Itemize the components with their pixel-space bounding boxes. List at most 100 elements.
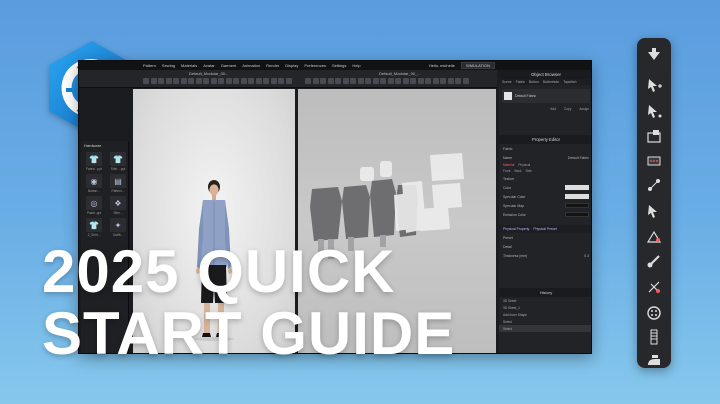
tool-icon[interactable] bbox=[380, 78, 386, 84]
tool-icon[interactable] bbox=[195, 78, 202, 84]
pen-icon[interactable] bbox=[645, 102, 663, 120]
color-swatch[interactable] bbox=[565, 212, 589, 217]
tool-icon[interactable] bbox=[270, 78, 277, 84]
copy-button[interactable]: Copy bbox=[564, 107, 571, 111]
sewing-icon[interactable] bbox=[645, 152, 663, 170]
user-greeting[interactable]: Hello, michelle bbox=[429, 63, 455, 68]
segment-sewing-icon[interactable] bbox=[645, 176, 663, 194]
menu-help[interactable]: Help bbox=[352, 63, 360, 68]
tab-back[interactable]: Back bbox=[514, 169, 521, 173]
tool-icon[interactable] bbox=[425, 78, 431, 84]
iron-icon[interactable] bbox=[645, 352, 663, 370]
zipper-icon[interactable] bbox=[645, 328, 663, 346]
library-item[interactable]: ❖ Slee... bbox=[108, 196, 128, 215]
color-swatch[interactable] bbox=[565, 185, 589, 190]
tool-icon[interactable] bbox=[447, 78, 454, 84]
library-item[interactable]: ▤ Pattern... bbox=[108, 174, 128, 193]
tool-icon[interactable] bbox=[350, 78, 356, 84]
menu-pattern[interactable]: Pattern bbox=[143, 63, 156, 68]
tab-physical-preset[interactable]: Physical Preset bbox=[533, 227, 556, 231]
tab-physical-property[interactable]: Physical Property bbox=[503, 227, 529, 231]
color-swatch[interactable] bbox=[565, 194, 589, 199]
tool-icon[interactable] bbox=[312, 78, 319, 84]
history-row[interactable]: 3D Sheet_1 bbox=[499, 304, 591, 311]
color-swatch[interactable] bbox=[565, 203, 589, 208]
library-item[interactable]: 👕 Shirt ...ppt bbox=[108, 152, 128, 171]
menu-avatar[interactable]: Avatar bbox=[203, 63, 215, 68]
tool-icon[interactable] bbox=[462, 78, 469, 84]
tool-icon[interactable] bbox=[327, 78, 334, 84]
library-item[interactable]: 👕 Fabric...ppt bbox=[84, 152, 104, 171]
assign-button[interactable]: Assign bbox=[579, 107, 589, 111]
pin-icon[interactable] bbox=[645, 202, 663, 220]
menu-garment[interactable]: Garment bbox=[221, 63, 237, 68]
brush-icon[interactable] bbox=[645, 252, 663, 270]
tool-icon[interactable] bbox=[218, 78, 224, 84]
move-icon[interactable] bbox=[645, 76, 663, 94]
menu-render[interactable]: Render bbox=[266, 63, 279, 68]
tool-icon[interactable] bbox=[263, 78, 269, 84]
prop-value[interactable]: Default Fabric bbox=[568, 156, 589, 160]
tab-fabric[interactable]: Fabric bbox=[516, 80, 525, 84]
tool-icon[interactable] bbox=[180, 78, 187, 84]
tool-icon[interactable] bbox=[233, 78, 239, 84]
library-item[interactable]: ◉ Button... bbox=[84, 174, 104, 193]
history-row[interactable]: Add Inner Shape bbox=[499, 311, 591, 318]
tab-side[interactable]: Side bbox=[526, 169, 532, 173]
tool-icon[interactable] bbox=[203, 78, 209, 84]
history-row[interactable]: Select bbox=[499, 325, 591, 332]
tool-icon[interactable] bbox=[255, 78, 262, 84]
tool-icon[interactable] bbox=[372, 78, 379, 84]
tool-icon[interactable] bbox=[342, 78, 349, 84]
tool-icon[interactable] bbox=[173, 78, 179, 84]
button-icon[interactable] bbox=[645, 304, 663, 322]
object-item-default-fabric[interactable]: Default Fabric bbox=[502, 89, 590, 103]
tab-2d-window[interactable]: Default_Modular_00_... bbox=[379, 71, 421, 76]
tool-icon[interactable] bbox=[285, 78, 292, 84]
library-item[interactable]: ✦ Outfit... bbox=[108, 218, 128, 237]
tool-icon[interactable] bbox=[158, 78, 164, 84]
tool-icon[interactable] bbox=[240, 78, 247, 84]
tab-button[interactable]: Button bbox=[529, 80, 539, 84]
tab-front[interactable]: Front bbox=[503, 169, 510, 173]
menu-display[interactable]: Display bbox=[285, 63, 298, 68]
tool-icon[interactable] bbox=[165, 78, 172, 84]
tool-icon[interactable] bbox=[395, 78, 401, 84]
tool-icon[interactable] bbox=[150, 78, 157, 84]
tool-icon[interactable] bbox=[365, 78, 371, 84]
tool-icon[interactable] bbox=[455, 78, 461, 84]
tool-icon[interactable] bbox=[248, 78, 254, 84]
add-button[interactable]: Add bbox=[550, 107, 556, 111]
fold-icon[interactable] bbox=[645, 228, 663, 246]
library-item[interactable]: ◎ Patch..ppt bbox=[84, 196, 104, 215]
library-item[interactable]: 👕 2_Shirt... bbox=[84, 218, 104, 237]
menu-sewing[interactable]: Sewing bbox=[162, 63, 175, 68]
tool-icon[interactable] bbox=[357, 78, 364, 84]
tool-icon[interactable] bbox=[410, 78, 416, 84]
menu-materials[interactable]: Materials bbox=[181, 63, 197, 68]
menu-settings[interactable]: Settings bbox=[332, 63, 346, 68]
menu-preferences[interactable]: Preferences bbox=[304, 63, 326, 68]
tool-icon[interactable] bbox=[320, 78, 326, 84]
tool-icon[interactable] bbox=[305, 78, 311, 84]
tool-icon[interactable] bbox=[210, 78, 217, 84]
history-row[interactable]: 3D Sheet bbox=[499, 297, 591, 304]
tool-icon[interactable] bbox=[278, 78, 284, 84]
prop-value[interactable]: 0.3 bbox=[584, 254, 589, 258]
tool-icon[interactable] bbox=[225, 78, 232, 84]
tool-icon[interactable] bbox=[440, 78, 446, 84]
transform-icon[interactable] bbox=[645, 128, 663, 146]
tool-icon[interactable] bbox=[143, 78, 149, 84]
tool-icon[interactable] bbox=[402, 78, 409, 84]
tab-topstitch[interactable]: Topstitch bbox=[563, 80, 576, 84]
simulation-button[interactable]: SIMULATION bbox=[460, 62, 495, 69]
tool-icon[interactable] bbox=[417, 78, 424, 84]
tab-material[interactable]: Material bbox=[503, 163, 514, 167]
needle-icon[interactable] bbox=[645, 278, 663, 296]
tab-physical[interactable]: Physical bbox=[518, 163, 530, 167]
tool-icon[interactable] bbox=[432, 78, 439, 84]
tool-icon[interactable] bbox=[335, 78, 341, 84]
tab-scene[interactable]: Scene bbox=[502, 80, 512, 84]
arrow-down-icon[interactable] bbox=[645, 46, 663, 64]
tool-icon[interactable] bbox=[387, 78, 394, 84]
